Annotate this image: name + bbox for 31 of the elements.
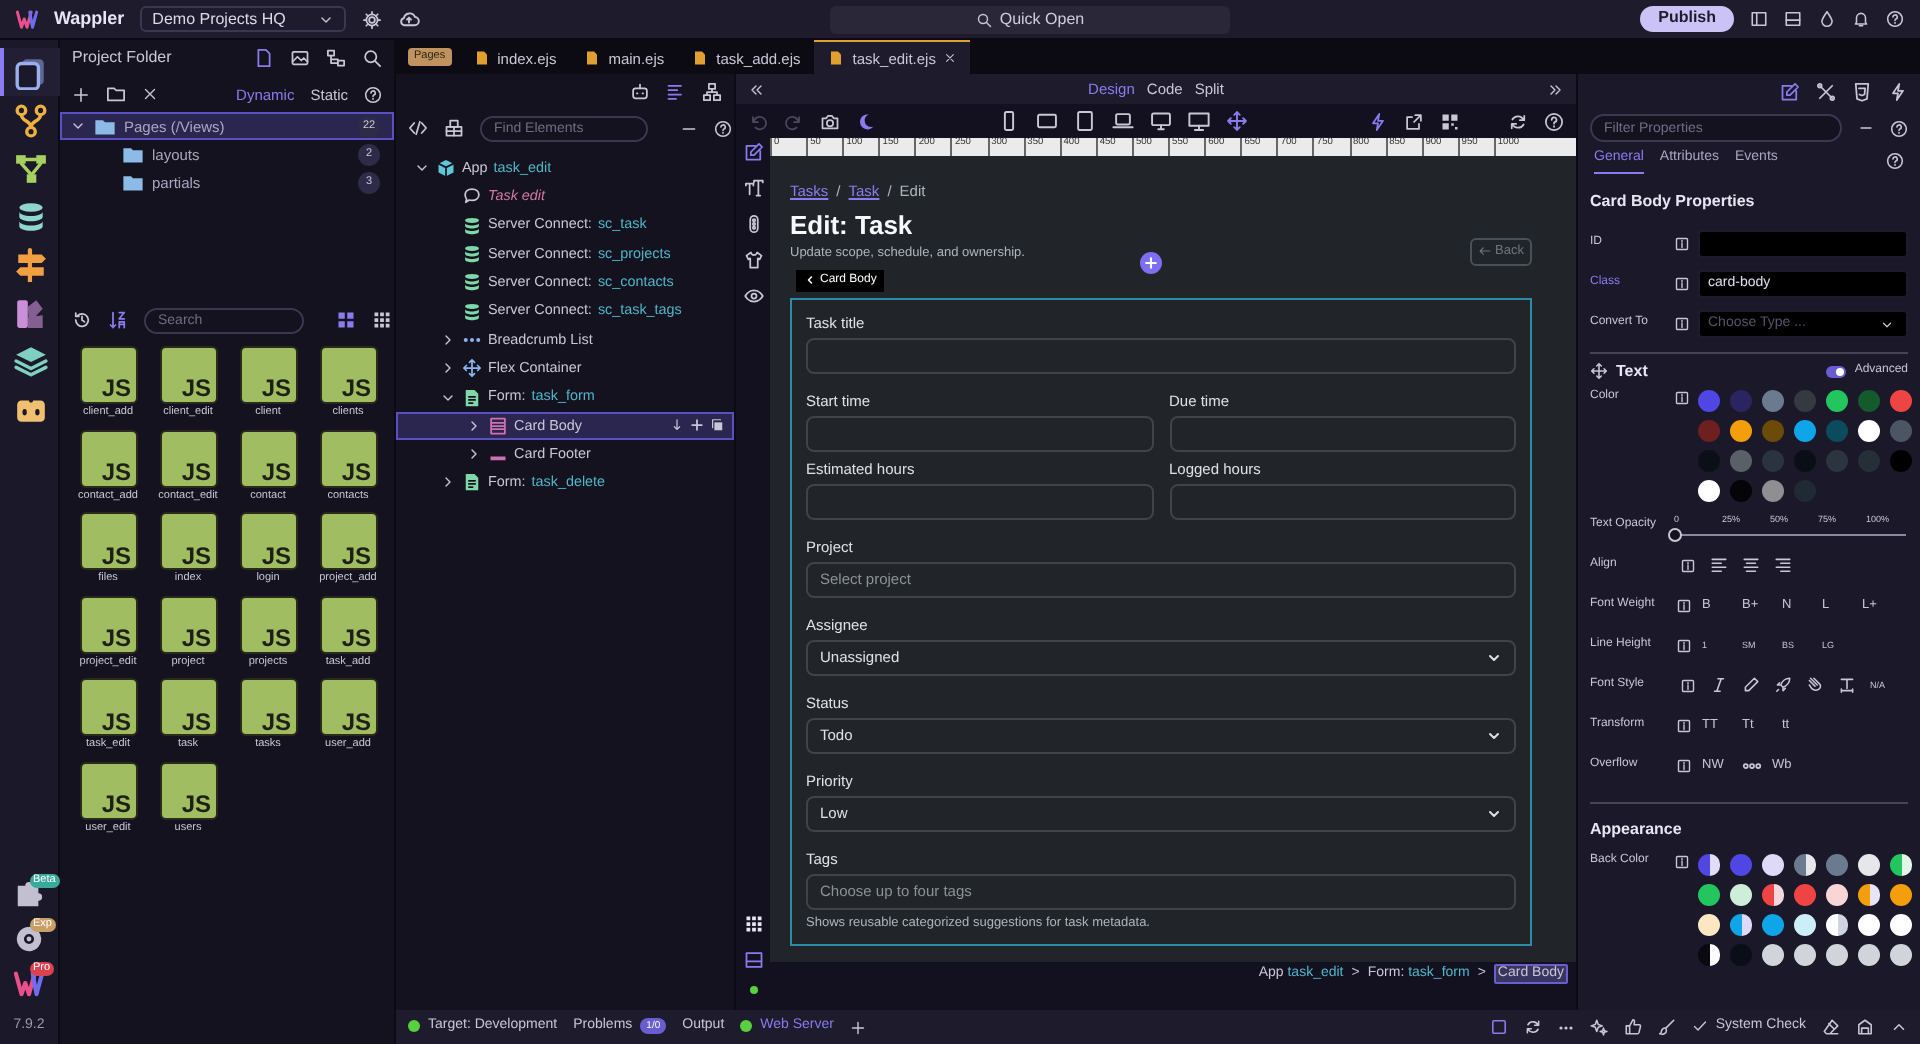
file-icon[interactable]: JS xyxy=(79,512,137,571)
file-icon[interactable]: JS xyxy=(319,595,377,654)
file-icon[interactable]: JS xyxy=(79,429,137,488)
file-icon[interactable]: JS xyxy=(239,678,297,737)
page-title: Edit: Task xyxy=(790,210,915,242)
file-icon[interactable]: JS xyxy=(159,761,217,820)
app-name: Wappler xyxy=(54,8,125,30)
file-icon[interactable]: JS xyxy=(239,346,297,404)
file-icon[interactable]: JS xyxy=(159,429,217,488)
file-icon[interactable]: JS xyxy=(319,429,377,488)
file-icon[interactable]: JS xyxy=(159,512,217,571)
file-icon[interactable]: JS xyxy=(79,595,137,654)
file-icon[interactable]: JS xyxy=(239,595,297,654)
section-heading: Appearance xyxy=(1590,819,1684,839)
file-icon[interactable]: JS xyxy=(239,429,297,488)
section-heading: Text xyxy=(1616,361,1650,382)
project-dropdown[interactable]: Demo Projects HQ xyxy=(140,5,346,33)
file-icon[interactable]: JS xyxy=(159,678,217,737)
panel-title: Project Folder xyxy=(72,48,174,68)
file-icon[interactable]: JS xyxy=(79,761,137,820)
file-icon[interactable]: JS xyxy=(79,346,137,404)
publish-button[interactable]: Publish xyxy=(1640,6,1734,32)
file-icon[interactable]: JS xyxy=(319,512,377,571)
file-icon[interactable]: JS xyxy=(159,595,217,654)
file-icon[interactable]: JS xyxy=(319,346,377,404)
section-heading: Card Body Properties xyxy=(1590,192,1757,212)
file-icon[interactable]: JS xyxy=(239,512,297,571)
file-icon[interactable]: JS xyxy=(79,678,137,737)
file-icon[interactable]: JS xyxy=(319,678,377,737)
file-icon[interactable]: JS xyxy=(159,346,217,404)
quick-open-search[interactable]: Quick Open xyxy=(829,5,1230,33)
